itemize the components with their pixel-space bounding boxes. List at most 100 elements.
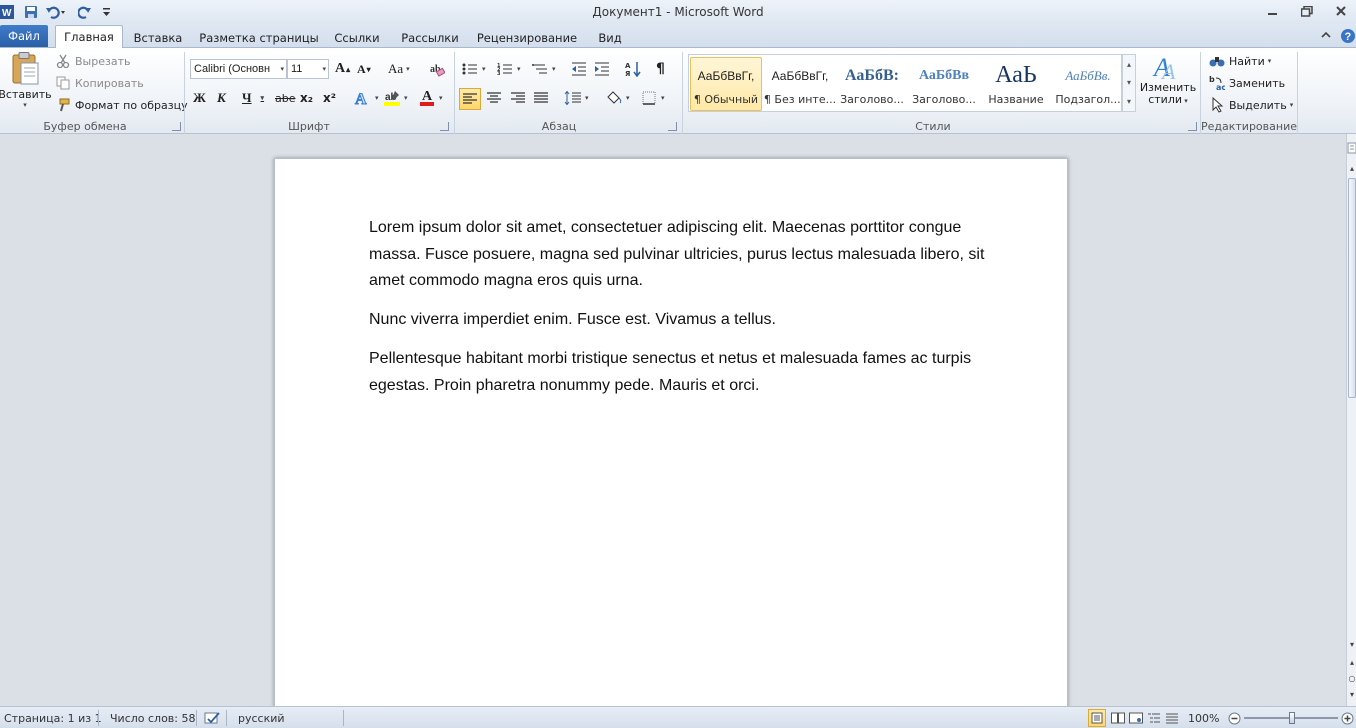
document-paragraph[interactable]: Nunc viverra imperdiet enim. Fusce est. … xyxy=(369,307,1017,334)
style-heading-2[interactable]: АаБбВв Заголово... xyxy=(908,57,980,111)
gallery-scroll[interactable]: ▴ ▾ ▾ xyxy=(1122,54,1136,112)
subscript-button[interactable]: x₂ xyxy=(300,88,313,108)
find-button[interactable]: Найти ▾ xyxy=(1208,51,1271,71)
decrease-indent-button[interactable] xyxy=(570,59,588,79)
style-subtitle[interactable]: АаБбВв. Подзагол... xyxy=(1052,57,1124,111)
vertical-scrollbar[interactable]: ▴ ▾ ▴ ○ ▾ xyxy=(1346,134,1356,706)
web-layout-view-button[interactable] xyxy=(1128,711,1144,725)
style-heading-1[interactable]: АаБбВ: Заголово... xyxy=(836,57,908,111)
gallery-down-icon[interactable]: ▾ xyxy=(1127,78,1131,87)
outline-view-button[interactable] xyxy=(1146,711,1162,725)
show-formatting-button[interactable]: ¶ xyxy=(656,59,665,79)
next-page-icon[interactable]: ▾ xyxy=(1347,690,1356,700)
bold-button[interactable]: Ж xyxy=(193,88,206,108)
shrink-font-button[interactable]: A ▾ xyxy=(357,59,371,79)
change-case-button[interactable]: Aa ▾ xyxy=(388,59,410,79)
superscript-icon: x² xyxy=(323,91,336,105)
copy-icon xyxy=(54,74,72,92)
full-screen-reading-view-button[interactable] xyxy=(1110,711,1126,725)
zoom-level[interactable]: 100% xyxy=(1188,711,1219,725)
document-paragraph[interactable]: Lorem ipsum dolor sit amet, consectetuer… xyxy=(369,215,1017,295)
svg-text:А: А xyxy=(625,62,631,70)
font-name-combobox[interactable]: Calibri (Основн ▾ xyxy=(190,59,287,79)
scroll-down-icon[interactable]: ▾ xyxy=(1347,640,1356,650)
ruler-toggle-icon[interactable] xyxy=(1347,142,1356,156)
minimize-button[interactable] xyxy=(1258,2,1288,20)
browse-object-icon[interactable]: ○ xyxy=(1347,674,1356,684)
font-size-combobox[interactable]: 11 ▾ xyxy=(287,59,329,79)
tab-page-layout[interactable]: Разметка страницы xyxy=(196,27,322,48)
styles-gallery: АаБбВвГг, ¶ Обычный АаБбВвГг, ¶ Без инте… xyxy=(688,54,1122,112)
cut-button[interactable]: Вырезать xyxy=(54,51,130,71)
tab-view[interactable]: Вид xyxy=(590,27,630,48)
align-left-button[interactable] xyxy=(459,88,481,110)
word-count[interactable]: Число слов: 58 xyxy=(110,711,196,725)
close-button[interactable] xyxy=(1326,2,1356,20)
gallery-more-icon[interactable]: ▾ xyxy=(1127,97,1131,106)
italic-button[interactable]: К xyxy=(217,88,226,108)
sort-button[interactable]: АЯ xyxy=(624,59,642,79)
multilevel-list-button[interactable]: ▾ xyxy=(531,59,556,79)
tab-file[interactable]: Файл xyxy=(0,25,48,47)
tab-references[interactable]: Ссылки xyxy=(328,27,386,48)
text-effects-button[interactable]: A ▾ xyxy=(354,88,379,108)
minimize-ribbon-icon[interactable] xyxy=(1320,29,1334,43)
restore-button[interactable] xyxy=(1292,2,1322,20)
clear-formatting-button[interactable]: ab xyxy=(428,59,446,79)
help-icon[interactable]: ? xyxy=(1340,28,1356,44)
strikethrough-button[interactable]: abe xyxy=(275,88,296,108)
zoom-slider-thumb[interactable] xyxy=(1289,712,1295,724)
paragraph-launcher-icon[interactable] xyxy=(668,122,677,131)
increase-indent-button[interactable] xyxy=(593,59,611,79)
underline-button[interactable]: Ч ▾ xyxy=(242,88,264,108)
bullets-icon xyxy=(461,60,479,78)
style-normal[interactable]: АаБбВвГг, ¶ Обычный xyxy=(690,57,762,111)
document-page[interactable]: Lorem ipsum dolor sit amet, consectetuer… xyxy=(274,158,1068,718)
font-group-label: Шрифт xyxy=(288,119,330,133)
style-name: ¶ Без инте... xyxy=(764,92,836,106)
select-button[interactable]: Выделить ▾ xyxy=(1208,95,1293,115)
superscript-button[interactable]: x² xyxy=(323,88,336,108)
bullets-button[interactable]: ▾ xyxy=(461,59,486,79)
align-right-button[interactable] xyxy=(509,88,527,108)
replace-button[interactable]: b ac Заменить xyxy=(1208,73,1285,93)
font-launcher-icon[interactable] xyxy=(440,122,449,131)
style-no-spacing[interactable]: АаБбВвГг, ¶ Без инте... xyxy=(764,57,836,111)
tab-home[interactable]: Главная xyxy=(55,25,123,48)
borders-button[interactable]: ▾ xyxy=(640,88,665,108)
line-spacing-button[interactable]: ▾ xyxy=(564,88,589,108)
clipboard-launcher-icon[interactable] xyxy=(172,122,181,131)
tab-insert[interactable]: Вставка xyxy=(125,27,191,48)
increase-indent-icon xyxy=(593,60,611,78)
justify-button[interactable] xyxy=(532,88,550,108)
highlight-color-button[interactable]: ab ▾ xyxy=(383,88,408,108)
style-title[interactable]: АаЬ Название xyxy=(980,57,1052,111)
copy-button[interactable]: Копировать xyxy=(54,73,144,93)
proofing-icon[interactable] xyxy=(204,711,222,725)
zoom-in-icon[interactable] xyxy=(1340,711,1354,725)
shading-button[interactable]: ▾ xyxy=(605,88,630,108)
format-painter-button[interactable]: Формат по образцу xyxy=(54,95,188,115)
zoom-out-icon[interactable] xyxy=(1227,711,1241,725)
font-color-button[interactable]: A ▾ xyxy=(418,88,443,108)
change-styles-button[interactable]: AA Изменить стили ▾ xyxy=(1140,52,1196,116)
align-left-icon xyxy=(461,90,479,108)
draft-view-button[interactable] xyxy=(1164,711,1180,725)
align-center-button[interactable] xyxy=(485,88,503,108)
paste-button[interactable]: Вставить ▾ xyxy=(0,52,52,116)
scroll-up-icon[interactable]: ▴ xyxy=(1347,164,1356,174)
grow-font-button[interactable]: A ▴ xyxy=(335,59,350,79)
styles-launcher-icon[interactable] xyxy=(1188,122,1197,131)
previous-page-icon[interactable]: ▴ xyxy=(1347,658,1356,668)
gallery-up-icon[interactable]: ▴ xyxy=(1127,60,1131,69)
scrollbar-thumb[interactable] xyxy=(1348,178,1356,398)
print-layout-icon xyxy=(1091,712,1103,724)
subscript-icon: x₂ xyxy=(300,91,313,105)
page-count[interactable]: Страница: 1 из 1 xyxy=(4,711,102,725)
print-layout-view-button[interactable] xyxy=(1088,709,1106,727)
tab-mailings[interactable]: Рассылки xyxy=(394,27,466,48)
tab-review[interactable]: Рецензирование xyxy=(472,27,582,48)
document-paragraph[interactable]: Pellentesque habitant morbi tristique se… xyxy=(369,346,989,399)
numbering-button[interactable]: 1 2 3 ▾ xyxy=(496,59,521,79)
language[interactable]: русский xyxy=(238,711,285,725)
